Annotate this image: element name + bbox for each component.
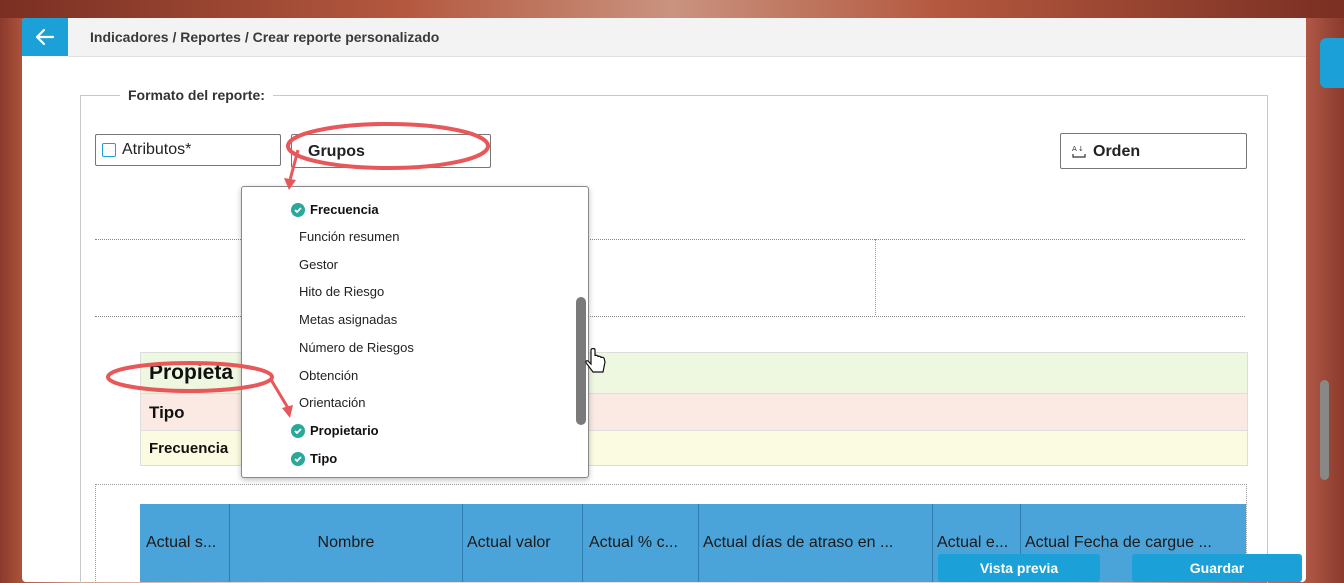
dropdown-item-label: Propietario — [310, 423, 379, 438]
check-icon — [291, 202, 305, 217]
sort-icon: A ↓ — [1072, 145, 1086, 158]
hand-cursor-icon — [585, 348, 606, 373]
dropdown-scrollbar[interactable] — [574, 187, 586, 477]
group-label: Propieta — [149, 361, 234, 384]
dropdown-item[interactable]: Número de Riesgos — [299, 340, 414, 355]
preview-button[interactable]: Vista previa — [938, 554, 1100, 582]
arrow-left-icon — [35, 28, 55, 46]
background-strip — [0, 0, 1344, 18]
dropdown-item[interactable]: Orientación — [299, 395, 365, 410]
divider — [875, 239, 876, 315]
dropdown-item-frecuencia[interactable]: Frecuencia — [291, 202, 379, 217]
dropdown-item-label: Frecuencia — [310, 202, 379, 217]
dropdown-item[interactable]: Metas asignadas — [299, 312, 397, 327]
attributes-button[interactable]: Atributos* — [95, 134, 281, 166]
svg-text:A: A — [1072, 145, 1077, 153]
attributes-label: Atributos* — [122, 141, 192, 158]
column-header[interactable]: Nombre — [230, 504, 463, 582]
check-icon — [291, 423, 305, 438]
check-icon — [291, 451, 305, 466]
dropdown-item[interactable]: Función resumen — [299, 229, 399, 244]
groups-dropdown[interactable]: Frecuencia Función resumen Gestor Hito d… — [241, 186, 589, 478]
order-button[interactable]: A ↓ Orden — [1060, 133, 1247, 169]
page-scrollbar-thumb[interactable] — [1320, 380, 1329, 480]
column-header[interactable]: Actual días de atraso en ... — [699, 504, 933, 582]
order-label: Orden — [1093, 143, 1141, 160]
group-label: Frecuencia — [149, 440, 229, 457]
header-bar: Indicadores / Reportes / Crear reporte p… — [68, 18, 1306, 57]
dropdown-item-tipo[interactable]: Tipo — [291, 451, 337, 466]
column-header[interactable]: Actual s... — [140, 504, 230, 582]
checkbox-icon — [102, 143, 116, 157]
groups-label: Grupos — [308, 143, 365, 160]
dropdown-item[interactable]: Hito de Riesgo — [299, 284, 384, 299]
dropdown-item[interactable]: Obtención — [299, 368, 358, 383]
back-button[interactable] — [22, 18, 68, 56]
column-header[interactable]: Actual valor — [463, 504, 583, 582]
dropdown-item-propietario[interactable]: Propietario — [291, 423, 379, 438]
report-format-legend: Formato del reporte: — [120, 87, 273, 103]
groups-button[interactable]: Grupos — [291, 134, 491, 168]
breadcrumb: Indicadores / Reportes / Crear reporte p… — [90, 29, 440, 45]
group-label: Tipo — [149, 403, 185, 422]
dropdown-item-label: Tipo — [310, 451, 338, 466]
save-button[interactable]: Guardar — [1132, 554, 1302, 582]
dropdown-item[interactable]: Gestor — [299, 257, 338, 272]
column-header[interactable]: Actual % c... — [583, 504, 699, 582]
svg-text:↓: ↓ — [1078, 145, 1084, 153]
page-scrollbar[interactable] — [1318, 60, 1332, 582]
